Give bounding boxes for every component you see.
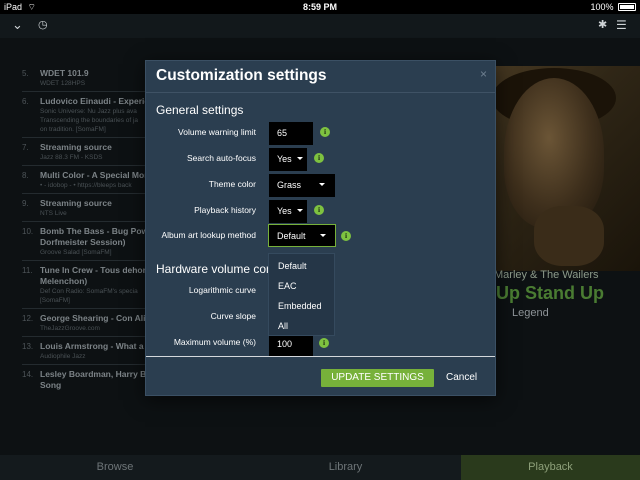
tab-library[interactable]: Library [230, 455, 461, 480]
playback-history-label: Playback history [194, 205, 256, 215]
option-default[interactable]: Default [278, 261, 307, 271]
caret-down-icon [319, 183, 326, 186]
close-icon[interactable]: × [480, 67, 487, 81]
curve-slope-label: Curve slope [210, 311, 256, 321]
info-icon[interactable]: i [314, 153, 324, 163]
option-embedded[interactable]: Embedded [278, 301, 322, 311]
hardware-volume-heading: Hardware volume cont [156, 262, 277, 276]
theme-color-label: Theme color [208, 179, 256, 189]
dialog-header: Customization settings × [146, 61, 495, 93]
info-icon[interactable]: i [341, 231, 351, 241]
volume-warning-label: Volume warning limit [178, 127, 256, 137]
clock: 8:59 PM [302, 2, 337, 12]
maximum-volume-label: Maximum volume (%) [173, 337, 256, 347]
search-autofocus-label: Search auto-focus [187, 153, 256, 163]
screen: { "status_bar": { "device": "iPad", "tim… [0, 0, 640, 480]
info-icon[interactable]: i [320, 127, 330, 137]
clock-icon[interactable]: ◷ [38, 18, 48, 31]
option-all[interactable]: All [278, 321, 288, 331]
bottom-tab-bar: Browse Library Playback [0, 455, 640, 480]
cancel-button[interactable]: Cancel [446, 372, 477, 383]
update-settings-button[interactable]: UPDATE SETTINGS [321, 369, 434, 387]
info-icon[interactable]: i [314, 205, 324, 215]
customization-settings-dialog: Customization settings × General setting… [145, 60, 496, 396]
battery-percent: 100% [590, 2, 614, 12]
album-art-lookup-options: Default EAC Embedded All [268, 253, 335, 336]
top-nav: ⌄ ◷ ✱ ☰ [0, 14, 640, 38]
album-art-lookup-select[interactable]: Default [268, 224, 336, 247]
volume-warning-input[interactable]: 65 [269, 122, 313, 145]
logarithmic-curve-label: Logarithmic curve [188, 285, 256, 295]
battery-icon [618, 3, 636, 11]
dialog-footer-divider [146, 356, 495, 357]
tab-playback[interactable]: Playback [461, 455, 640, 480]
status-bar: iPad ⌔ 8:59 PM 100% [0, 0, 640, 14]
tab-browse[interactable]: Browse [0, 455, 230, 480]
theme-color-select[interactable]: Grass [269, 174, 335, 197]
dialog-title: Customization settings [156, 67, 327, 84]
caret-down-icon [296, 157, 303, 160]
search-autofocus-select[interactable]: Yes [269, 148, 307, 171]
album-art-lookup-label: Album art lookup method [161, 230, 257, 240]
option-eac[interactable]: EAC [278, 281, 297, 291]
chevron-down-icon[interactable]: ⌄ [12, 17, 23, 33]
info-icon[interactable]: i [319, 338, 329, 348]
general-settings-heading: General settings [156, 103, 244, 117]
caret-down-icon [319, 234, 326, 237]
playback-history-select[interactable]: Yes [269, 200, 307, 223]
maximum-volume-input[interactable]: 100 [269, 333, 313, 356]
caret-down-icon [296, 209, 303, 212]
menu-icon[interactable]: ☰ [616, 18, 627, 32]
bluetooth-icon[interactable]: ✱ [598, 18, 607, 31]
